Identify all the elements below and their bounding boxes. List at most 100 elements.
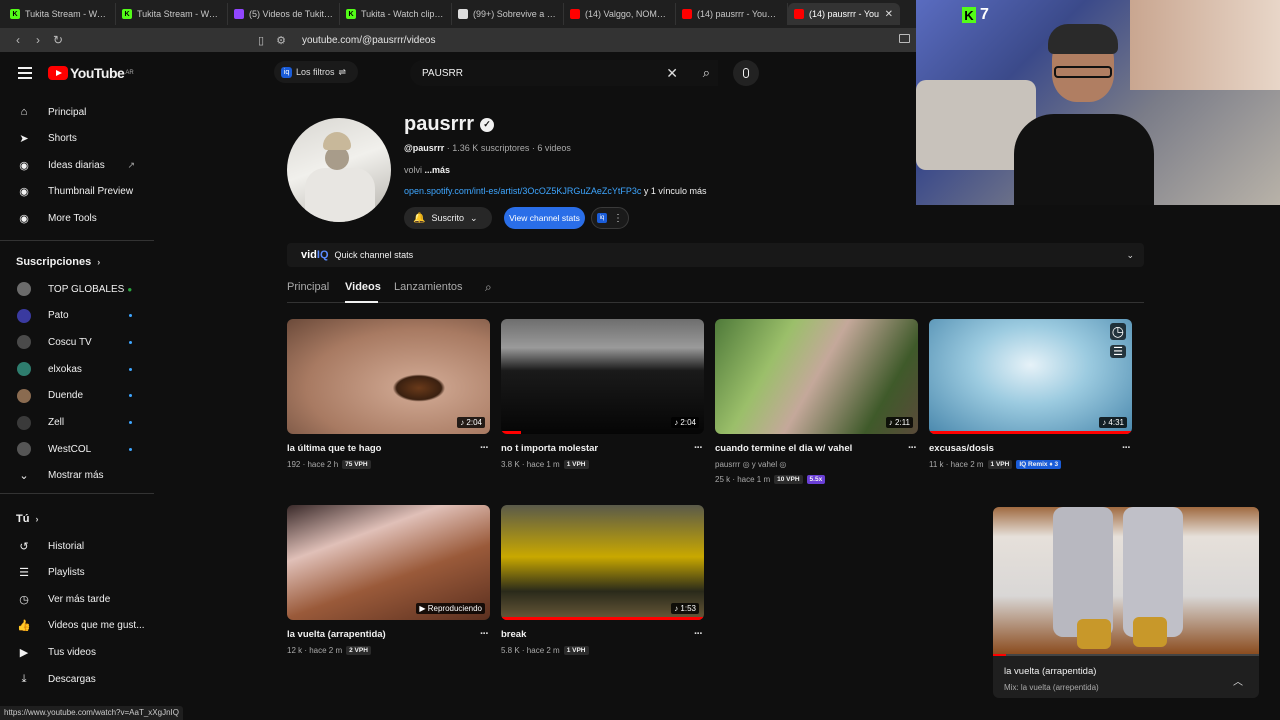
- more-vert-icon[interactable]: ···: [480, 442, 489, 454]
- sidebar-item-more-tools[interactable]: ◉ More Tools: [0, 206, 155, 230]
- browser-tab[interactable]: (14) pausrrr - YouTube: [676, 3, 788, 25]
- video-card[interactable]: ♪ 2:11 cuando termine el dia w/ vahel ··· p…: [715, 319, 918, 484]
- more-vert-icon[interactable]: ···: [694, 628, 703, 640]
- vidiq-menu-button[interactable]: iq ⋮: [591, 207, 629, 229]
- more-vert-icon[interactable]: ···: [908, 442, 917, 454]
- browser-tab[interactable]: (5) Videos de TukitaG: [228, 3, 340, 25]
- browser-tab-title: (14) Valggo, NOMEPIE: [585, 9, 669, 19]
- live-badge-icon: ●: [127, 284, 133, 294]
- video-card[interactable]: ♪ 1:53 break ··· 5.8 K · hace 2 m1 VPH: [501, 505, 704, 655]
- quick-channel-stats-bar[interactable]: vidIQ Quick channel stats ⌄: [287, 243, 1144, 267]
- close-icon[interactable]: ✕: [885, 9, 893, 20]
- video-thumbnail[interactable]: ♪ 2:04: [287, 319, 490, 434]
- spotify-link[interactable]: open.spotify.com/intl-es/artist/3OcOZ5KJ…: [404, 186, 641, 196]
- sidebar-item-liked[interactable]: 👍 Videos que me gust...: [0, 614, 155, 638]
- video-thumbnail[interactable]: ♪ 1:53: [501, 505, 704, 620]
- sidebar-item-thumbnail-preview[interactable]: ◉ Thumbnail Preview: [0, 180, 155, 204]
- tab-principal[interactable]: Principal: [287, 281, 329, 293]
- search-icon[interactable]: ⌕: [703, 65, 710, 81]
- video-card[interactable]: ♪ 4:31 ◷ ☰ excusas/dosis ··· 11 k · hace 2 m1…: [929, 319, 1132, 469]
- tab-videos[interactable]: Videos: [345, 281, 381, 293]
- sidebar-item-your-videos[interactable]: ▶ Tus videos: [0, 640, 155, 664]
- video-title[interactable]: excusas/dosis ···: [929, 442, 1132, 454]
- sidebar-item-history[interactable]: ↺ Historial: [0, 534, 155, 558]
- forward-icon[interactable]: ›: [28, 33, 48, 47]
- browser-tab[interactable]: K Tukita - Watch clips o: [340, 3, 452, 25]
- sidebar-item-label: Pato: [48, 310, 69, 322]
- search-input[interactable]: PAUSRR ✕ ⌕: [410, 60, 718, 86]
- browser-tab[interactable]: K Tukita Stream - Watch: [4, 3, 116, 25]
- menu-icon[interactable]: [18, 67, 32, 82]
- sidebar-item-watch-later[interactable]: ◷ Ver más tarde: [0, 587, 155, 611]
- sidebar-item-playlists[interactable]: ☰ Playlists: [0, 561, 155, 585]
- video-thumbnail[interactable]: ♪ 4:31 ◷ ☰: [929, 319, 1132, 434]
- show-more-button[interactable]: ⌄ Mostrar más: [0, 464, 155, 488]
- chevron-up-icon[interactable]: ︿: [1233, 673, 1243, 688]
- logo-country: AR: [125, 70, 134, 76]
- vph-badge: 1 VPH: [563, 646, 589, 655]
- site-settings-icon[interactable]: ⚙: [276, 34, 286, 47]
- sidebar-subscription[interactable]: Coscu TV: [0, 330, 155, 354]
- avatar: [17, 442, 31, 457]
- sidebar-subscription[interactable]: Duende: [0, 384, 155, 408]
- video-thumbnail[interactable]: ▶ Reproduciendo: [287, 505, 490, 620]
- video-title[interactable]: la última que te hago ···: [287, 442, 490, 454]
- view-channel-stats-button[interactable]: View channel stats: [504, 207, 585, 229]
- browser-tab[interactable]: K Tukita Stream - Watch: [116, 3, 228, 25]
- reload-icon[interactable]: ↻: [48, 33, 68, 47]
- more-link[interactable]: ...más: [425, 165, 451, 175]
- clear-icon[interactable]: ✕: [666, 65, 678, 82]
- subscribed-button[interactable]: 🔔 Suscrito ⌄: [404, 207, 492, 229]
- browser-tab[interactable]: (99+) Sobrevive a una: [452, 3, 564, 25]
- miniplayer-progress[interactable]: [993, 654, 1259, 656]
- channel-description[interactable]: volvi ...más: [404, 165, 450, 175]
- sidebar: YouTube AR ⌂ Principal ➤ Shorts ◉ Ideas diari…: [0, 52, 160, 720]
- sidebar-item-principal[interactable]: ⌂ Principal: [0, 100, 155, 124]
- browser-tab-title: Tukita Stream - Watch: [25, 9, 109, 19]
- video-card[interactable]: ▶ Reproduciendo la vuelta (arrapentida) ··…: [287, 505, 490, 655]
- browser-tab[interactable]: (14) pausrrr - You ✕: [788, 3, 900, 25]
- subscriptions-heading[interactable]: Suscripciones ›: [16, 256, 100, 268]
- video-thumbnail[interactable]: ♪ 2:11: [715, 319, 918, 434]
- sidebar-item-ideas-diarias[interactable]: ◉ Ideas diarias ↗: [0, 153, 155, 177]
- browser-tab[interactable]: (14) Valggo, NOMEPIE: [564, 3, 676, 25]
- sidebar-subscription[interactable]: Zell: [0, 411, 155, 435]
- channel-avatar[interactable]: [287, 118, 391, 222]
- back-icon[interactable]: ‹: [8, 33, 28, 47]
- search-icon[interactable]: ⌕: [485, 280, 492, 295]
- chevron-down-icon[interactable]: ⌄: [1126, 250, 1134, 261]
- url-text[interactable]: youtube.com/@pausrrr/videos: [302, 35, 436, 46]
- more-vert-icon[interactable]: ···: [1122, 442, 1131, 454]
- add-to-queue-icon[interactable]: ☰: [1110, 345, 1126, 358]
- video-title[interactable]: break ···: [501, 628, 704, 640]
- more-vert-icon[interactable]: ···: [480, 628, 489, 640]
- sidebar-subscription[interactable]: TOP GLOBALES ●: [0, 277, 155, 301]
- video-thumbnail[interactable]: ♪ 2:04: [501, 319, 704, 434]
- more-links[interactable]: y 1 vínculo más: [641, 186, 707, 196]
- tab-lanzamientos[interactable]: Lanzamientos: [394, 281, 463, 293]
- video-card[interactable]: ♪ 2:04 no t importa molestar ··· 3.8 K · ha…: [501, 319, 704, 469]
- video-duration: ♪ 2:04: [457, 417, 485, 428]
- sidebar-subscription[interactable]: WestCOL: [0, 437, 155, 461]
- miniplayer[interactable]: la vuelta (arrapentida) Mix: la vuelta (…: [993, 507, 1259, 698]
- bookmark-icon[interactable]: ▯: [258, 34, 264, 47]
- more-vert-icon[interactable]: ···: [694, 442, 703, 454]
- video-title[interactable]: la vuelta (arrapentida) ···: [287, 628, 490, 640]
- cast-icon[interactable]: [899, 34, 910, 43]
- you-heading[interactable]: Tú ›: [16, 513, 38, 525]
- sidebar-subscription[interactable]: elxokas: [0, 357, 155, 381]
- video-card[interactable]: ♪ 2:04 la última que te hago ··· 192 · hace…: [287, 319, 490, 469]
- vidiq-badge: 5.5x: [806, 475, 826, 484]
- sidebar-subscription[interactable]: Pato: [0, 304, 155, 328]
- youtube-logo[interactable]: YouTube AR: [48, 65, 134, 81]
- sidebar-item-shorts[interactable]: ➤ Shorts: [0, 127, 155, 151]
- filters-button[interactable]: iq Los filtros ⇌: [274, 61, 358, 83]
- miniplayer-video[interactable]: [993, 507, 1259, 655]
- video-authors[interactable]: pausrrr ◎ y vahel ◎: [715, 460, 918, 469]
- microphone-button[interactable]: [733, 60, 759, 86]
- watch-later-icon[interactable]: ◷: [1109, 323, 1126, 340]
- sidebar-item-downloads[interactable]: ⤓ Descargas: [0, 667, 155, 691]
- video-title[interactable]: no t importa molestar ···: [501, 442, 704, 454]
- channel-links[interactable]: open.spotify.com/intl-es/artist/3OcOZ5KJ…: [404, 186, 706, 196]
- video-title[interactable]: cuando termine el dia w/ vahel ···: [715, 442, 918, 454]
